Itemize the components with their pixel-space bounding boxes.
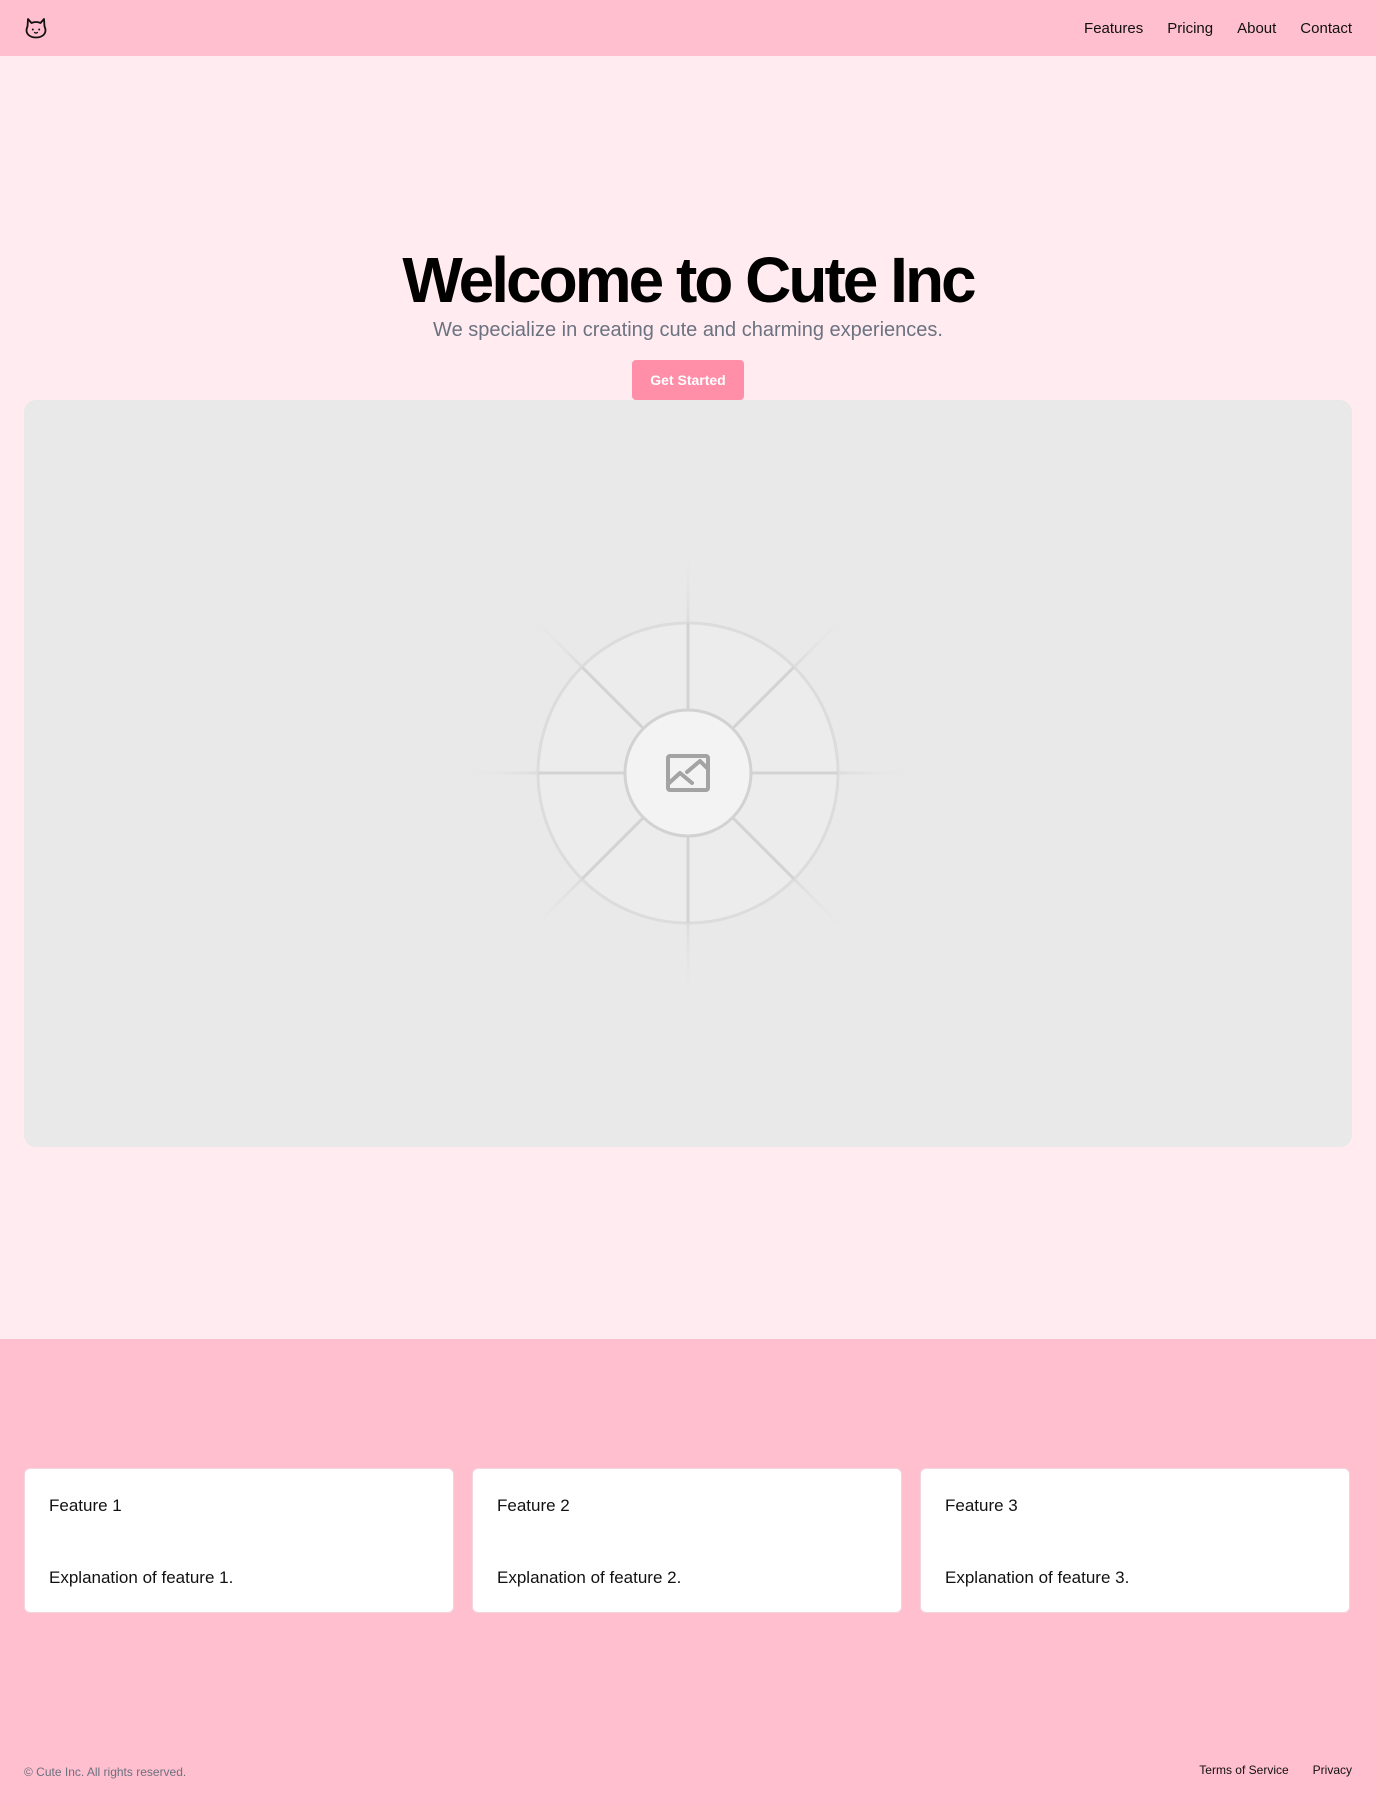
feature-description: Explanation of feature 3.: [945, 1568, 1130, 1587]
nav-link-about[interactable]: About: [1237, 20, 1276, 37]
feature-description: Explanation of feature 1.: [49, 1568, 234, 1587]
hero-subtitle: We specialize in creating cute and charm…: [433, 319, 943, 341]
feature-card-1: Feature 1 Explanation of feature 1.: [24, 1468, 454, 1613]
footer-copyright: © Cute Inc. All rights reserved.: [24, 1765, 187, 1779]
footer-link-privacy[interactable]: Privacy: [1313, 1763, 1352, 1777]
cat-face-icon[interactable]: [24, 16, 48, 40]
feature-description: Explanation of feature 2.: [497, 1568, 682, 1587]
feature-card-3: Feature 3 Explanation of feature 3.: [920, 1468, 1350, 1613]
feature-title: Feature 3: [945, 1496, 1018, 1515]
nav-link-features[interactable]: Features: [1084, 20, 1143, 37]
main-nav: Features Pricing About Contact: [1084, 0, 1352, 56]
nav-link-pricing[interactable]: Pricing: [1167, 20, 1213, 37]
footer-links: Terms of Service Privacy: [1199, 1763, 1352, 1777]
hero-title: Welcome to Cute Inc: [402, 244, 976, 316]
feature-card-2: Feature 2 Explanation of feature 2.: [472, 1468, 902, 1613]
image-placeholder-graphic: [468, 553, 908, 993]
get-started-button[interactable]: Get Started: [632, 360, 744, 400]
site-header: Features Pricing About Contact: [0, 0, 1376, 56]
feature-title: Feature 2: [497, 1496, 570, 1515]
nav-link-contact[interactable]: Contact: [1300, 20, 1352, 37]
footer-link-terms[interactable]: Terms of Service: [1199, 1763, 1288, 1777]
features-section: Feature 1 Explanation of feature 1. Feat…: [0, 1339, 1376, 1805]
feature-title: Feature 1: [49, 1496, 122, 1515]
hero-image-placeholder: [24, 400, 1352, 1147]
